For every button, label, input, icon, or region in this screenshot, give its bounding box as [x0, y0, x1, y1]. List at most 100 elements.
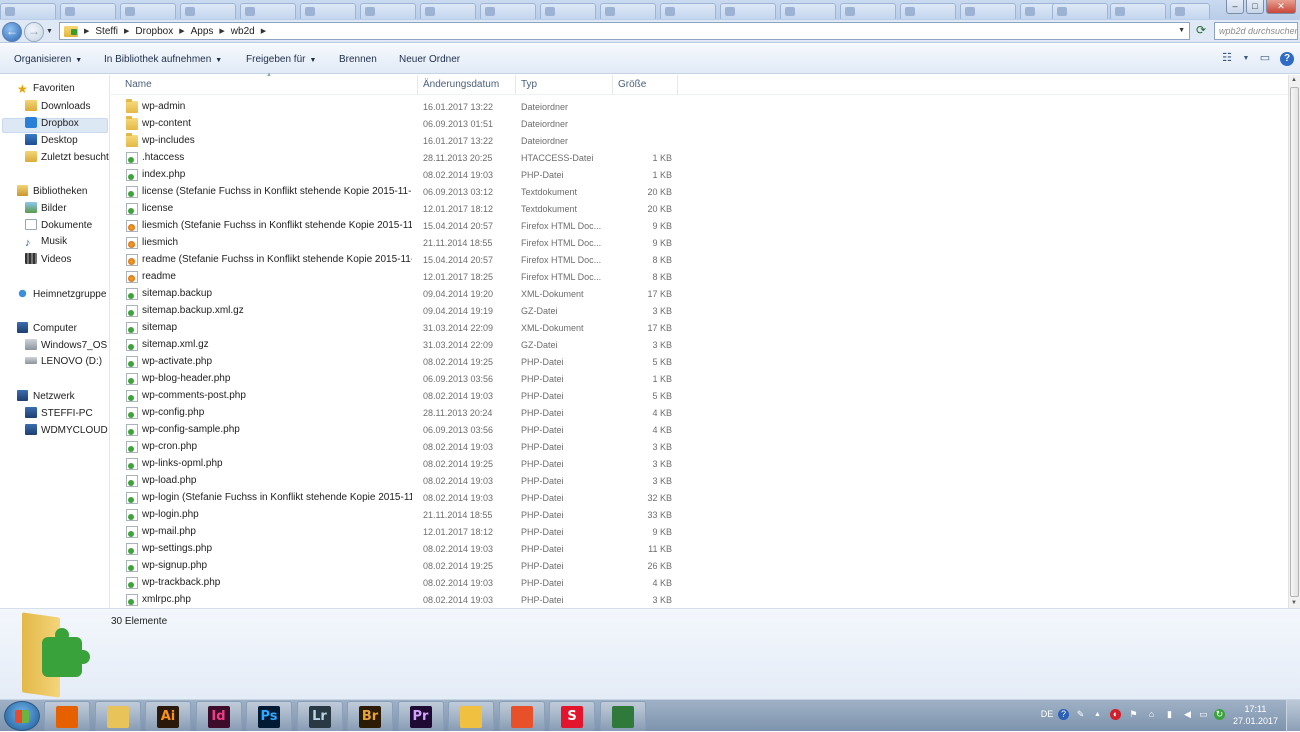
file-row[interactable]: sitemap.backup.xml.gz 09.04.2014 19:19 GZ-… [111, 303, 681, 320]
taskbar-button[interactable]: S [549, 701, 595, 731]
volume-icon[interactable]: ◀ [1182, 709, 1193, 720]
breadcrumb-arrow-icon[interactable]: ▶ [124, 27, 129, 35]
file-row[interactable]: wp-config-sample.php 06.09.2013 03:56 PHP-… [111, 422, 681, 439]
taskbar-button[interactable] [448, 701, 494, 731]
show-hidden-icons-icon[interactable]: ▲ [1092, 709, 1103, 720]
scrollbar-thumb[interactable] [1290, 87, 1299, 597]
file-row[interactable]: wp-mail.php 12.01.2017 18:12 PHP-Datei 9 KB [111, 524, 681, 541]
column-divider[interactable] [612, 75, 613, 95]
file-row[interactable]: sitemap.backup 09.04.2014 19:20 XML-Dokume… [111, 286, 681, 303]
view-options-icon[interactable]: ☷ [1220, 52, 1234, 66]
vertical-scrollbar[interactable]: ▲ ▼ [1288, 75, 1300, 608]
minimize-button[interactable]: – [1226, 0, 1244, 14]
background-window-tab[interactable] [180, 3, 236, 19]
breadcrumb-arrow-icon[interactable]: ▶ [179, 27, 184, 35]
breadcrumb-apps[interactable]: Apps [191, 26, 214, 37]
file-row[interactable]: wp-activate.php 08.02.2014 19:25 PHP-Datei… [111, 354, 681, 371]
sidebar-computer[interactable]: Computer [17, 322, 77, 334]
taskbar-button[interactable]: Ai [145, 701, 191, 731]
file-row[interactable]: sitemap 31.03.2014 22:09 XML-Dokument 17 KB [111, 320, 681, 337]
sidebar-item-music[interactable]: ♪ Musik [25, 236, 110, 249]
taskbar-button[interactable]: Br [347, 701, 393, 731]
language-indicator[interactable]: DE [1040, 709, 1054, 720]
sidebar-homegroup[interactable]: Heimnetzgruppe [17, 288, 106, 300]
column-divider[interactable] [515, 75, 516, 95]
sidebar-item-recent[interactable]: Zuletzt besucht [25, 151, 110, 163]
close-button[interactable]: ✕ [1266, 0, 1296, 14]
preview-pane-icon[interactable]: ▭ [1258, 52, 1272, 66]
sidebar-item-drive-d[interactable]: LENOVO (D:) [25, 356, 110, 367]
background-window-tab[interactable] [840, 3, 896, 19]
background-window-tab[interactable] [1170, 3, 1210, 19]
taskbar-button[interactable] [599, 701, 646, 731]
column-header-name[interactable]: Name [125, 79, 152, 90]
pen-icon[interactable]: ✎ [1075, 709, 1086, 720]
sidebar-item-desktop[interactable]: Desktop [25, 134, 110, 146]
file-row[interactable]: wp-includes 16.01.2017 13:22 Dateiordner [111, 133, 681, 150]
background-window-tab[interactable] [60, 3, 116, 19]
sidebar-item-steffi-pc[interactable]: STEFFI-PC [25, 407, 110, 419]
file-row[interactable]: wp-blog-header.php 06.09.2013 03:56 PHP-Da… [111, 371, 681, 388]
background-window-tab[interactable] [1110, 3, 1166, 19]
power-icon[interactable]: ▭ [1198, 709, 1209, 720]
file-row[interactable]: liesmich (Stefanie Fuchss in Konflikt st… [111, 218, 681, 235]
file-row[interactable]: wp-trackback.php 08.02.2014 19:03 PHP-Date… [111, 575, 681, 592]
burn-button[interactable]: Brennen [339, 54, 377, 65]
address-dropdown-icon[interactable]: ▼ [1178, 27, 1185, 34]
recent-pages-dropdown-icon[interactable]: ▼ [46, 28, 53, 35]
background-window-tab[interactable] [360, 3, 416, 19]
sidebar-item-dropbox[interactable]: Dropbox [25, 117, 110, 129]
background-window-tab[interactable] [900, 3, 956, 19]
system-clock[interactable]: 17:11 27.01.2017 [1233, 703, 1278, 727]
chevron-down-icon[interactable]: ▼ [1242, 52, 1250, 66]
background-window-tab[interactable] [420, 3, 476, 19]
taskbar-button[interactable] [94, 701, 141, 731]
file-row[interactable]: wp-comments-post.php 08.02.2014 19:03 PHP-… [111, 388, 681, 405]
column-header-size[interactable]: Größe [618, 79, 646, 90]
scroll-down-icon[interactable]: ▼ [1291, 600, 1297, 606]
refresh-icon[interactable]: ⟳ [1192, 23, 1210, 39]
file-row[interactable]: wp-login (Stefanie Fuchss in Konflikt st… [111, 490, 681, 507]
background-window-tab[interactable] [300, 3, 356, 19]
file-row[interactable]: liesmich 21.11.2014 18:55 Firefox HTML Doc… [111, 235, 681, 252]
background-window-tab[interactable] [960, 3, 1016, 19]
column-header-date[interactable]: Änderungsdatum [423, 79, 499, 90]
taskbar-button[interactable]: Pr [397, 701, 444, 731]
file-row[interactable]: wp-load.php 08.02.2014 19:03 PHP-Datei 3 KB [111, 473, 681, 490]
sync-icon[interactable]: ↻ [1214, 709, 1225, 720]
file-row[interactable]: wp-settings.php 08.02.2014 19:03 PHP-Datei… [111, 541, 681, 558]
breadcrumb-arrow-icon[interactable]: ▶ [261, 27, 266, 35]
show-desktop-button[interactable] [1286, 700, 1300, 732]
file-row[interactable]: license 12.01.2017 18:12 Textdokument 20 KB [111, 201, 681, 218]
sidebar-network[interactable]: Netzwerk [17, 390, 75, 402]
file-row[interactable]: .htaccess 28.11.2013 20:25 HTACCESS-Datei 1… [111, 150, 681, 167]
file-row[interactable]: wp-config.php 28.11.2013 20:24 PHP-Datei 4 … [111, 405, 681, 422]
usb-device-icon[interactable]: ⌂ [1146, 709, 1157, 720]
antivirus-icon[interactable]: ◐ [1110, 709, 1121, 720]
sidebar-item-wdmycloud[interactable]: WDMYCLOUD [25, 424, 110, 436]
taskbar-button[interactable]: Id [195, 701, 242, 731]
network-signal-icon[interactable]: ▮ [1164, 709, 1175, 720]
sidebar-item-pictures[interactable]: Bilder [25, 202, 110, 214]
forward-button[interactable]: → [24, 22, 44, 42]
sidebar-libraries[interactable]: Bibliotheken [17, 185, 87, 197]
sidebar-item-documents[interactable]: Dokumente [25, 219, 110, 231]
back-button[interactable]: ← [2, 22, 22, 42]
column-divider[interactable] [677, 75, 678, 95]
sidebar-favorites[interactable]: ★ Favoriten [17, 83, 75, 95]
background-window-tab[interactable] [780, 3, 836, 19]
background-window-tab[interactable] [540, 3, 596, 19]
sidebar-item-downloads[interactable]: Downloads [25, 100, 110, 112]
column-divider[interactable] [417, 75, 418, 95]
file-row[interactable]: xmlrpc.php 08.02.2014 19:03 PHP-Datei 3 KB [111, 592, 681, 609]
file-row[interactable]: index.php 08.02.2014 19:03 PHP-Datei 1 KB [111, 167, 681, 184]
start-button[interactable] [4, 701, 40, 731]
address-bar[interactable]: ▶ Steffi ▶ Dropbox ▶ Apps ▶ wb2d ▶ ▼ [59, 22, 1190, 40]
breadcrumb-arrow-icon[interactable]: ▶ [219, 27, 224, 35]
background-window-tab[interactable] [1052, 3, 1108, 19]
file-row[interactable]: wp-content 06.09.2013 01:51 Dateiordner [111, 116, 681, 133]
organize-menu[interactable]: Organisieren ▼ [14, 54, 82, 65]
breadcrumb-wb2d[interactable]: wb2d [231, 26, 255, 37]
file-row[interactable]: license (Stefanie Fuchss in Konflikt ste… [111, 184, 681, 201]
background-window-tab[interactable] [480, 3, 536, 19]
